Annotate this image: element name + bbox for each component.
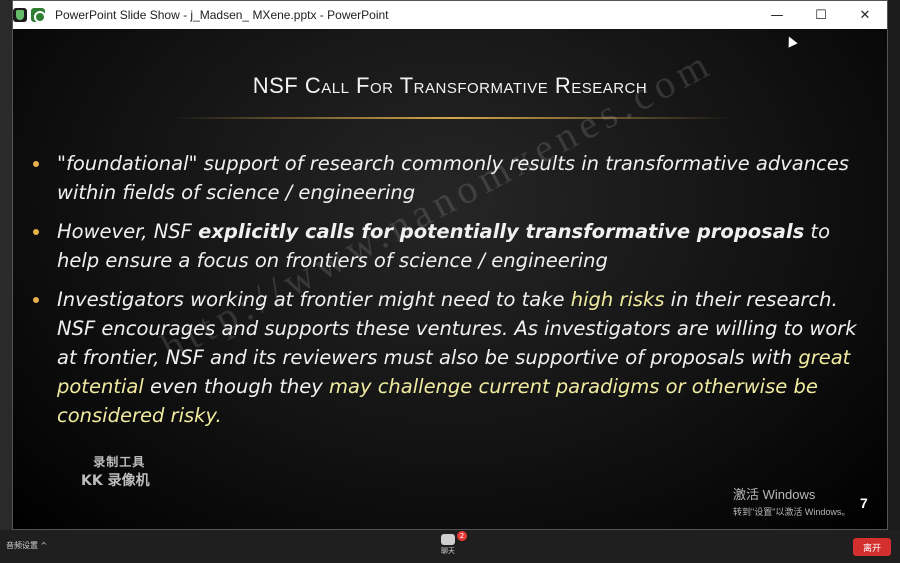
chat-unread-badge: 2: [457, 531, 467, 541]
titlebar-icons: [13, 8, 46, 23]
powerpoint-app-icon: [31, 8, 46, 23]
audio-settings-button[interactable]: 音频设置 ^: [6, 540, 47, 551]
meeting-client-strip: [0, 0, 12, 530]
bullet-text: However, NSF: [57, 220, 199, 243]
chat-bubble-icon: 2: [441, 531, 467, 545]
activation-subtitle: 转到"设置"以激活 Windows。: [733, 507, 851, 517]
chat-label: 聊天: [441, 547, 455, 555]
highlight-text: high risks: [570, 288, 665, 311]
maximize-button[interactable]: ☐: [799, 1, 843, 29]
leave-meeting-button[interactable]: 离开: [853, 538, 891, 556]
window-title: PowerPoint Slide Show - j_Madsen_ MXene.…: [55, 8, 389, 22]
window-titlebar[interactable]: PowerPoint Slide Show - j_Madsen_ MXene.…: [13, 1, 887, 29]
slide-title: NSF Call For Transformative Research: [252, 73, 648, 98]
powerpoint-window: PowerPoint Slide Show - j_Madsen_ MXene.…: [12, 0, 888, 530]
recorder-logo-line2: KK 录像机: [81, 473, 150, 489]
windows-activation-notice: 激活 Windows 转到"设置"以激活 Windows。: [733, 484, 850, 518]
slide-number: 7: [860, 495, 868, 511]
activation-title: 激活 Windows: [733, 487, 816, 502]
recorder-logo-line1: 录制工具: [93, 455, 146, 469]
bullet-item: Investigators working at frontier might …: [31, 285, 871, 430]
minimize-button[interactable]: —: [755, 1, 799, 29]
bullet-item: However, NSF explicitly calls for potent…: [31, 217, 871, 275]
slide-canvas[interactable]: NSF Call For Transformative Research "fo…: [13, 29, 887, 529]
security-shield-icon: [13, 8, 27, 22]
chat-button[interactable]: 2 聊天: [436, 531, 467, 556]
bullet-bold-text: explicitly calls for potentially transfo…: [198, 220, 805, 243]
window-controls: — ☐ ✕: [755, 1, 887, 29]
recorder-logo: 录制工具 KK 录像机: [81, 453, 150, 490]
bullet-text: even though they: [143, 375, 330, 398]
close-button[interactable]: ✕: [843, 1, 887, 29]
meeting-toolbar: 音频设置 ^ 2 聊天 离开: [0, 530, 900, 563]
